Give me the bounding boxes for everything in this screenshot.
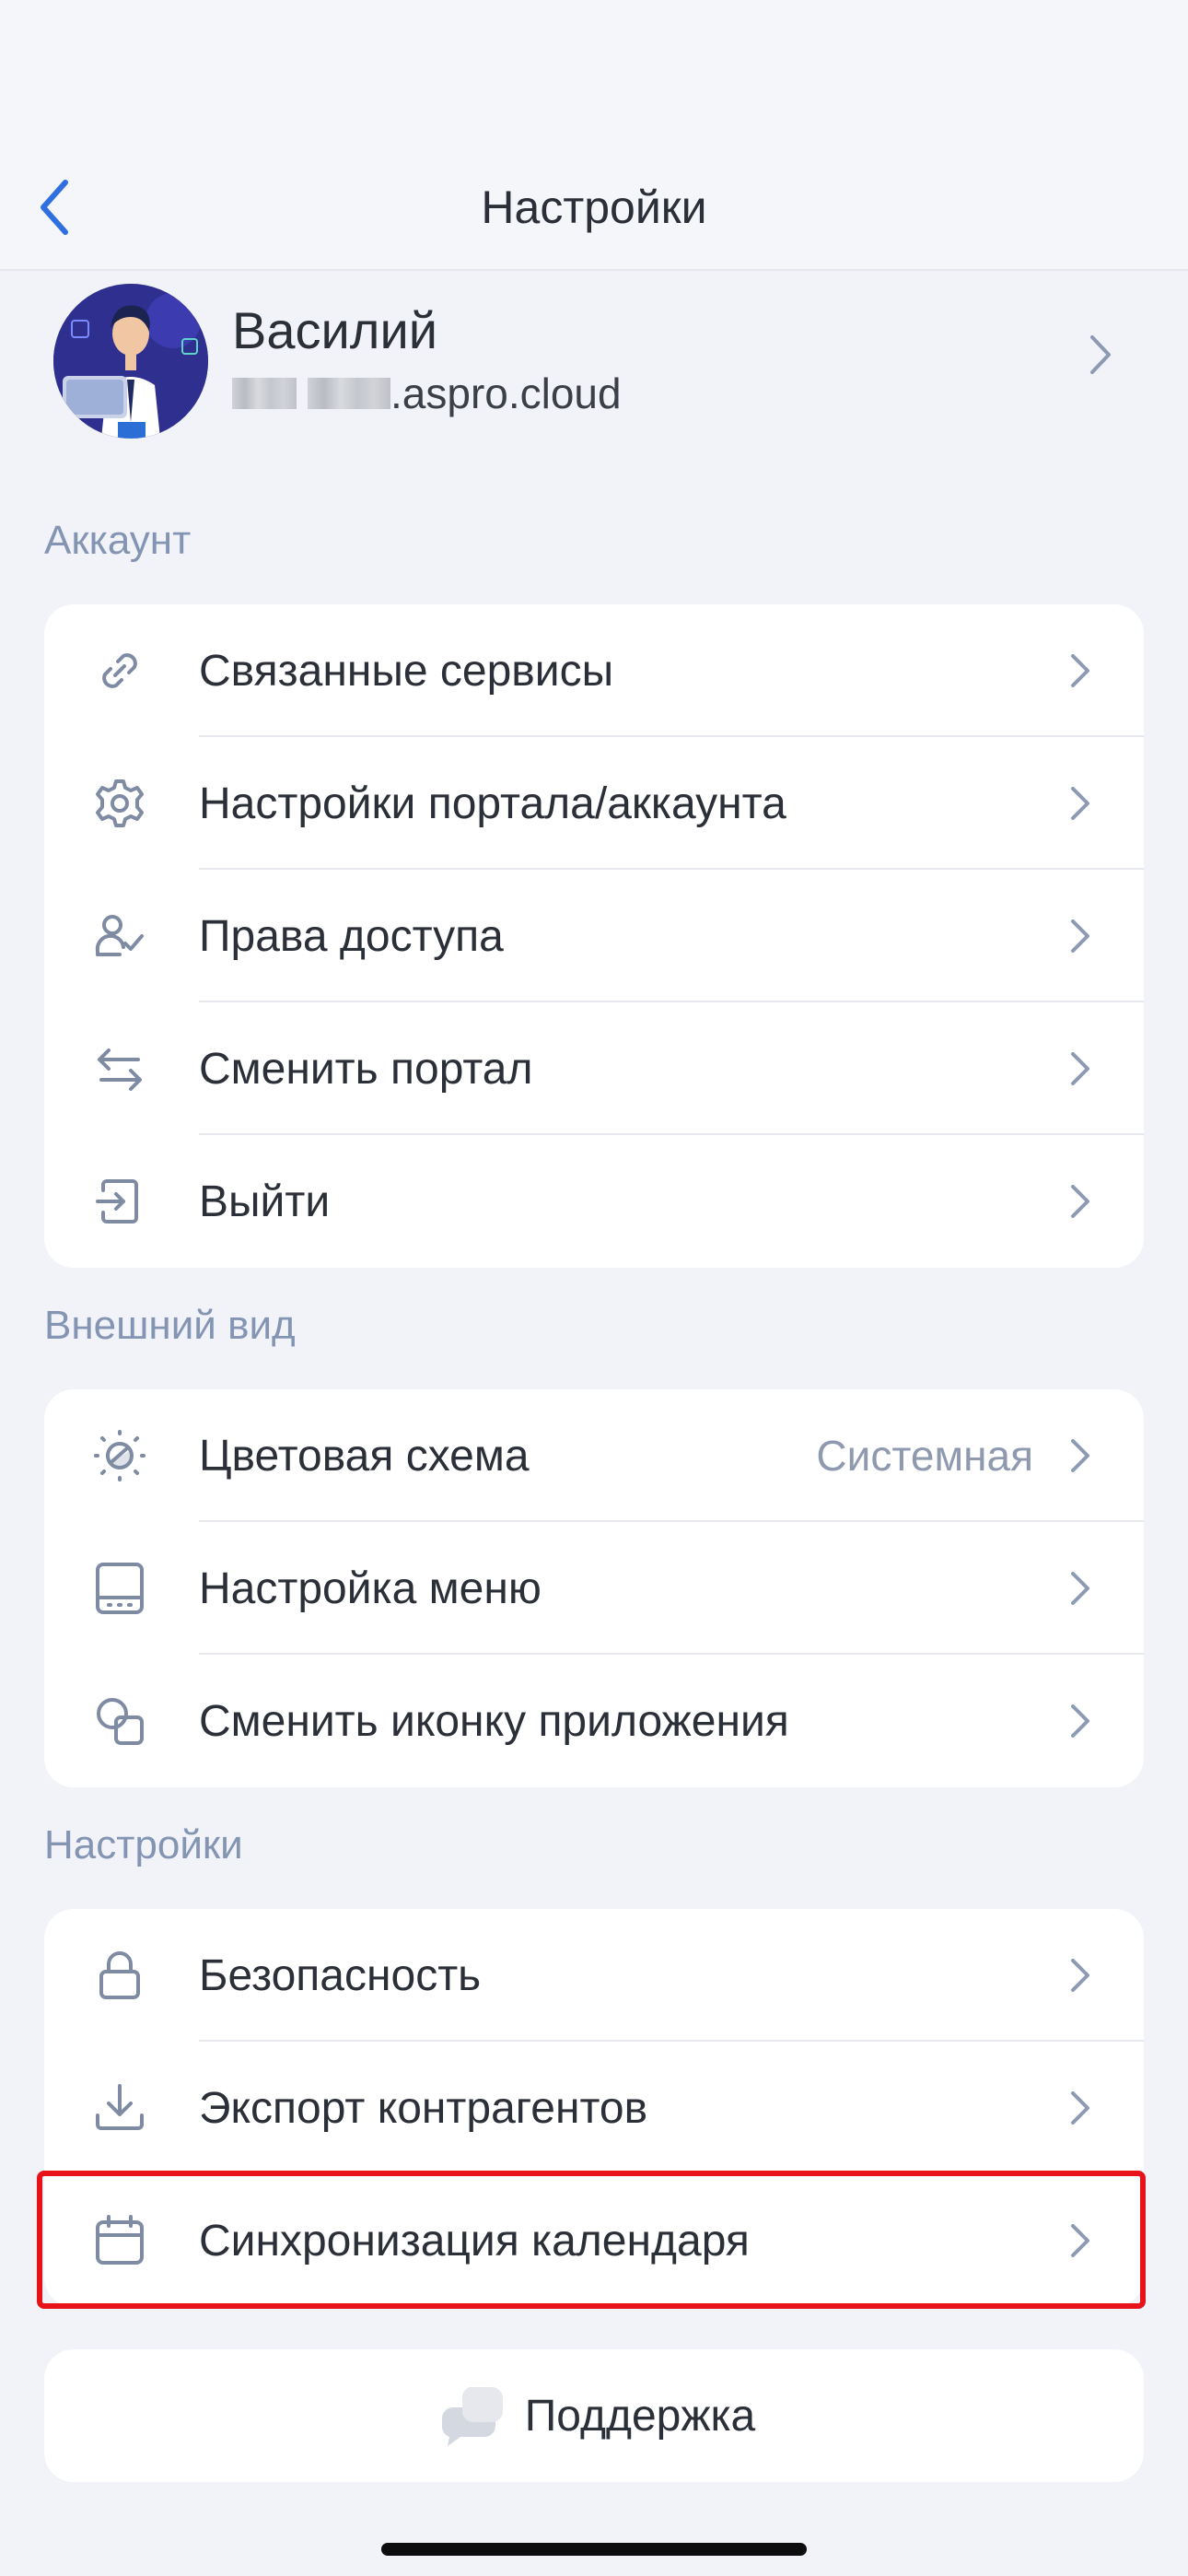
appearance-card: Цветовая схема Системная Настройка меню … xyxy=(44,1389,1144,1787)
row-security[interactable]: Безопасность xyxy=(44,1909,1144,2042)
chevron-right-icon xyxy=(1071,654,1089,687)
chevron-right-icon xyxy=(1090,335,1111,374)
chevron-right-icon xyxy=(1071,919,1089,953)
menu-layout-icon xyxy=(90,1559,149,1618)
user-check-icon xyxy=(90,907,149,966)
lock-icon xyxy=(90,1946,149,2005)
row-switch-portal[interactable]: Сменить портал xyxy=(44,1002,1144,1135)
redacted-text xyxy=(308,378,390,409)
row-label: Настройки портала/аккаунта xyxy=(199,779,786,828)
chevron-right-icon xyxy=(1071,1185,1089,1218)
section-title-settings: Настройки xyxy=(44,1822,243,1868)
row-label: Сменить портал xyxy=(199,1044,533,1094)
app-icon-change-icon xyxy=(90,1692,149,1751)
profile-portal: .aspro.cloud xyxy=(232,369,622,418)
calendar-icon xyxy=(90,2211,149,2270)
row-access-rights[interactable]: Права доступа xyxy=(44,870,1144,1002)
row-color-scheme[interactable]: Цветовая схема Системная xyxy=(44,1389,1144,1522)
chevron-right-icon xyxy=(1071,1959,1089,1992)
row-label: Права доступа xyxy=(199,911,504,961)
logout-icon xyxy=(90,1172,149,1231)
account-card: Связанные сервисы Настройки портала/акка… xyxy=(44,604,1144,1268)
row-label: Экспорт контрагентов xyxy=(199,2083,648,2133)
row-label: Синхронизация календаря xyxy=(199,2216,750,2266)
section-title-account: Аккаунт xyxy=(44,518,192,563)
home-indicator[interactable] xyxy=(381,2543,807,2556)
chevron-right-icon xyxy=(1071,1439,1089,1472)
row-label: Связанные сервисы xyxy=(199,646,614,696)
support-label: Поддержка xyxy=(524,2391,756,2441)
chevron-right-icon xyxy=(1071,787,1089,820)
link-icon xyxy=(90,641,149,700)
row-change-app-icon[interactable]: Сменить иконку приложения xyxy=(44,1655,1144,1787)
chevron-right-icon xyxy=(1071,2224,1089,2257)
color-scheme-value: Системная xyxy=(816,1432,1033,1480)
profile-name: Василий xyxy=(232,301,438,359)
section-title-appearance: Внешний вид xyxy=(44,1303,296,1348)
row-calendar-sync[interactable]: Синхронизация календаря xyxy=(44,2174,1144,2307)
navigation-bar: Настройки xyxy=(0,0,1188,271)
row-export-contractors[interactable]: Экспорт контрагентов xyxy=(44,2042,1144,2174)
chat-bubbles-icon xyxy=(441,2387,503,2446)
page-title: Настройки xyxy=(481,181,707,233)
chevron-right-icon xyxy=(1071,1704,1089,1738)
support-button[interactable]: Поддержка xyxy=(44,2349,1144,2482)
gear-icon xyxy=(90,774,149,833)
row-portal-settings[interactable]: Настройки портала/аккаунта xyxy=(44,737,1144,870)
settings-card: Безопасность Экспорт контрагентов Синхро… xyxy=(44,1909,1144,2307)
profile-domain: .aspro.cloud xyxy=(390,369,622,417)
row-label: Выйти xyxy=(199,1177,331,1226)
download-icon xyxy=(90,2078,149,2137)
row-label: Безопасность xyxy=(199,1950,482,2000)
profile-row[interactable]: Василий .aspro.cloud xyxy=(0,273,1188,439)
redacted-text xyxy=(232,378,297,409)
row-label: Настройка меню xyxy=(199,1563,542,1613)
row-label: Цветовая схема xyxy=(199,1431,530,1481)
chevron-right-icon xyxy=(1071,2091,1089,2125)
swap-arrows-icon xyxy=(90,1039,149,1098)
row-menu-settings[interactable]: Настройка меню xyxy=(44,1522,1144,1655)
row-linked-services[interactable]: Связанные сервисы xyxy=(44,604,1144,737)
row-logout[interactable]: Выйти xyxy=(44,1135,1144,1268)
row-label: Сменить иконку приложения xyxy=(199,1696,789,1746)
color-scheme-icon xyxy=(90,1426,149,1485)
chevron-right-icon xyxy=(1071,1052,1089,1085)
avatar xyxy=(53,284,208,439)
chevron-right-icon xyxy=(1071,1572,1089,1605)
